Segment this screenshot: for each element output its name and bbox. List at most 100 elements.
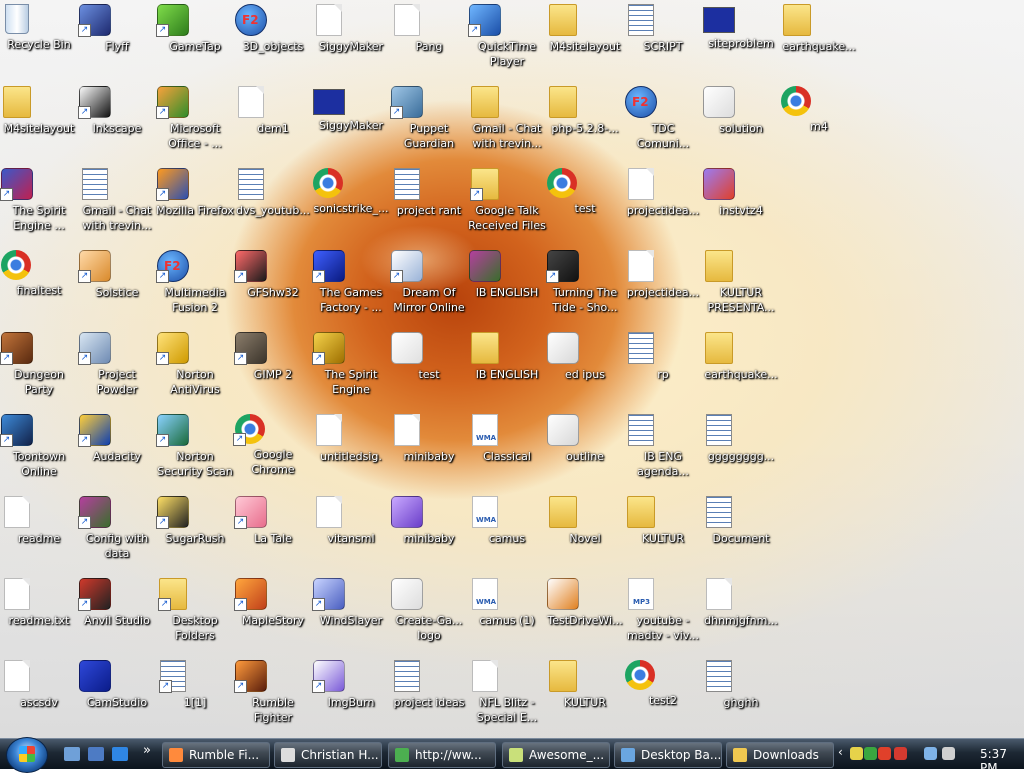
desktop-icon[interactable]: project rant — [390, 166, 468, 244]
tray-app-icon-2[interactable] — [864, 747, 877, 760]
desktop-icon[interactable]: ↗ QuickTime Player — [468, 2, 546, 80]
desktop-icon[interactable]: ↗ GameTap — [156, 2, 234, 80]
desktop-icon[interactable]: ascsdv — [0, 658, 78, 736]
desktop-icon[interactable]: ↗ ImgBurn — [312, 658, 390, 736]
taskbar-button[interactable]: Rumble Fi... — [162, 742, 270, 768]
desktop-icon[interactable]: ↗ Turning The Tide - Sho... — [546, 248, 624, 326]
desktop-icon[interactable]: ↗ Norton AntiVirus — [156, 330, 234, 408]
desktop-icon[interactable]: ↗ Dream Of Mirror Online — [390, 248, 468, 326]
desktop-icon[interactable]: siteproblem — [702, 2, 780, 80]
gmail-notifier-icon[interactable] — [894, 747, 907, 760]
desktop-icon[interactable]: Document — [702, 494, 780, 572]
show-desktop-icon[interactable] — [64, 747, 80, 761]
desktop-icon[interactable]: ↗ Anvil Studio — [78, 576, 156, 654]
desktop-icon[interactable]: NFL Blitz - Special E... — [468, 658, 546, 736]
desktop-icon[interactable]: ↗ SugarRush — [156, 494, 234, 572]
desktop-icon[interactable]: dvs_youtub... — [234, 166, 312, 244]
desktop-icon[interactable]: ↗ Norton Security Scan — [156, 412, 234, 490]
desktop-icon[interactable]: youtube - madtv - viv... — [624, 576, 702, 654]
desktop-icon[interactable]: SiggyMaker — [312, 2, 390, 80]
desktop-icon[interactable]: test — [546, 166, 624, 244]
taskbar-button[interactable]: Awesome_... — [502, 742, 610, 768]
desktop-icon[interactable]: M4sitelayout — [546, 2, 624, 80]
desktop-icon[interactable]: php-5.2.8-... — [546, 84, 624, 162]
volume-icon[interactable] — [942, 747, 955, 760]
desktop-icon[interactable]: sonicstrike_... — [312, 166, 390, 244]
desktop-icon[interactable]: KULTUR — [624, 494, 702, 572]
desktop-icon[interactable]: IB ENGLISH — [468, 248, 546, 326]
desktop-icon[interactable]: KULTUR PRESENTA... — [702, 248, 780, 326]
desktop-icon[interactable]: minibaby — [390, 412, 468, 490]
desktop-icon[interactable]: ghghh — [702, 658, 780, 736]
desktop-icon[interactable]: ↗ La Tale — [234, 494, 312, 572]
desktop-icon[interactable]: Classical — [468, 412, 546, 490]
desktop-icon[interactable]: ↗ The Games Factory - ... — [312, 248, 390, 326]
desktop-icon[interactable]: ↗ Flyff — [78, 2, 156, 80]
desktop-icon[interactable]: ↗ Solstice — [78, 248, 156, 326]
desktop-icon[interactable]: finaltest — [0, 248, 78, 326]
desktop-icon[interactable]: ↗ Google Chrome — [233, 412, 312, 490]
taskbar-button[interactable]: Downloads — [726, 742, 834, 768]
desktop-icon[interactable]: minibaby — [390, 494, 468, 572]
desktop-icon[interactable]: ↗ GFShw32 — [234, 248, 312, 326]
desktop-icon[interactable]: Recycle Bin — [0, 2, 78, 80]
desktop-icon[interactable]: gggggggg... — [702, 412, 780, 490]
show-hidden-icons-button[interactable]: ‹ — [838, 745, 843, 759]
desktop-icon[interactable]: outline — [546, 412, 624, 490]
desktop-icon[interactable]: SiggyMaker — [312, 84, 390, 162]
desktop-icon[interactable]: Gmail - Chat with trevin... — [468, 84, 546, 162]
tray-app-icon-1[interactable] — [850, 747, 863, 760]
desktop-icon[interactable]: ↗ The Spirit Engine ... — [0, 166, 78, 244]
desktop-icon[interactable]: Novel — [546, 494, 624, 572]
desktop-icon[interactable]: ↗ Desktop Folders — [156, 576, 234, 654]
desktop-icon[interactable]: untitledsig. — [312, 412, 390, 490]
desktop-icon[interactable]: vitansml — [312, 494, 390, 572]
desktop-icon[interactable]: dem1 — [234, 84, 312, 162]
desktop-icon[interactable]: IB ENGLISH — [468, 330, 546, 408]
taskbar-button[interactable]: http://ww... — [388, 742, 496, 768]
desktop-icon[interactable]: rp — [624, 330, 702, 408]
desktop-icon[interactable]: earthquake... — [780, 2, 858, 80]
desktop-icon[interactable]: ↗ 1[1] — [156, 658, 234, 736]
desktop-icon[interactable]: earthquake... — [702, 330, 780, 408]
desktop-icon[interactable]: CamStudio — [78, 658, 156, 736]
desktop-icon[interactable]: projectidea... — [624, 248, 702, 326]
desktop-icon[interactable]: TestDriveWi... — [546, 576, 624, 654]
desktop-icon[interactable]: ↗ Rumble Fighter — [234, 658, 312, 736]
desktop-icon[interactable]: camus — [468, 494, 546, 572]
desktop-icon[interactable]: test2 — [624, 658, 702, 736]
clock[interactable]: 5:37 PM — [980, 747, 1024, 775]
desktop-icon[interactable]: projectidea... — [624, 166, 702, 244]
quick-launch-more-button[interactable]: » — [143, 743, 151, 758]
desktop-icon[interactable]: test — [390, 330, 468, 408]
taskbar-button[interactable]: Desktop Ba... — [614, 742, 722, 768]
desktop-icon[interactable]: ↗ Config with data — [78, 494, 156, 572]
desktop-icon[interactable]: M4sitelayout — [0, 84, 78, 162]
desktop-icon[interactable]: KULTUR — [546, 658, 624, 736]
tray-app-icon-3[interactable] — [878, 747, 891, 760]
desktop-icon[interactable]: ↗ Inkscape — [78, 84, 156, 162]
desktop-icon[interactable]: Create-Ga... logo — [390, 576, 468, 654]
desktop-icon[interactable]: solution — [702, 84, 780, 162]
desktop-icon[interactable]: ↗ Google Talk Received Files — [468, 166, 546, 244]
network-icon[interactable] — [924, 747, 937, 760]
desktop-icon[interactable]: ↗ GIMP 2 — [234, 330, 312, 408]
desktop-icon[interactable]: 3D_objects — [234, 2, 312, 80]
desktop-icon[interactable]: ↗ Puppet Guardian — [390, 84, 468, 162]
desktop-icon[interactable]: SCRIPT — [624, 2, 702, 80]
desktop-icon[interactable]: camus (1) — [468, 576, 546, 654]
desktop-icon[interactable]: ↗ Microsoft Office - ... — [156, 84, 234, 162]
taskbar-button[interactable]: Christian H... — [274, 742, 382, 768]
desktop-icon[interactable]: ↗ MapleStory — [234, 576, 312, 654]
desktop-icon[interactable]: readme — [0, 494, 78, 572]
desktop-icon[interactable]: readme.txt — [0, 576, 78, 654]
desktop-icon[interactable]: Pang — [390, 2, 468, 80]
desktop-icon[interactable]: ↗ Project Powder — [78, 330, 156, 408]
desktop-icon[interactable]: ↗ Multimedia Fusion 2 — [156, 248, 234, 326]
desktop-icon[interactable]: ↗ The Spirit Engine — [312, 330, 390, 408]
desktop-icon[interactable]: ↗ Audacity — [78, 412, 156, 490]
desktop-icon[interactable]: m4 — [780, 84, 858, 162]
desktop-icon[interactable]: ↗ Toontown Online — [0, 412, 78, 490]
desktop-icon[interactable]: instvtz4 — [702, 166, 780, 244]
desktop-icon[interactable]: ↗ Mozilla Firefox — [156, 166, 234, 244]
